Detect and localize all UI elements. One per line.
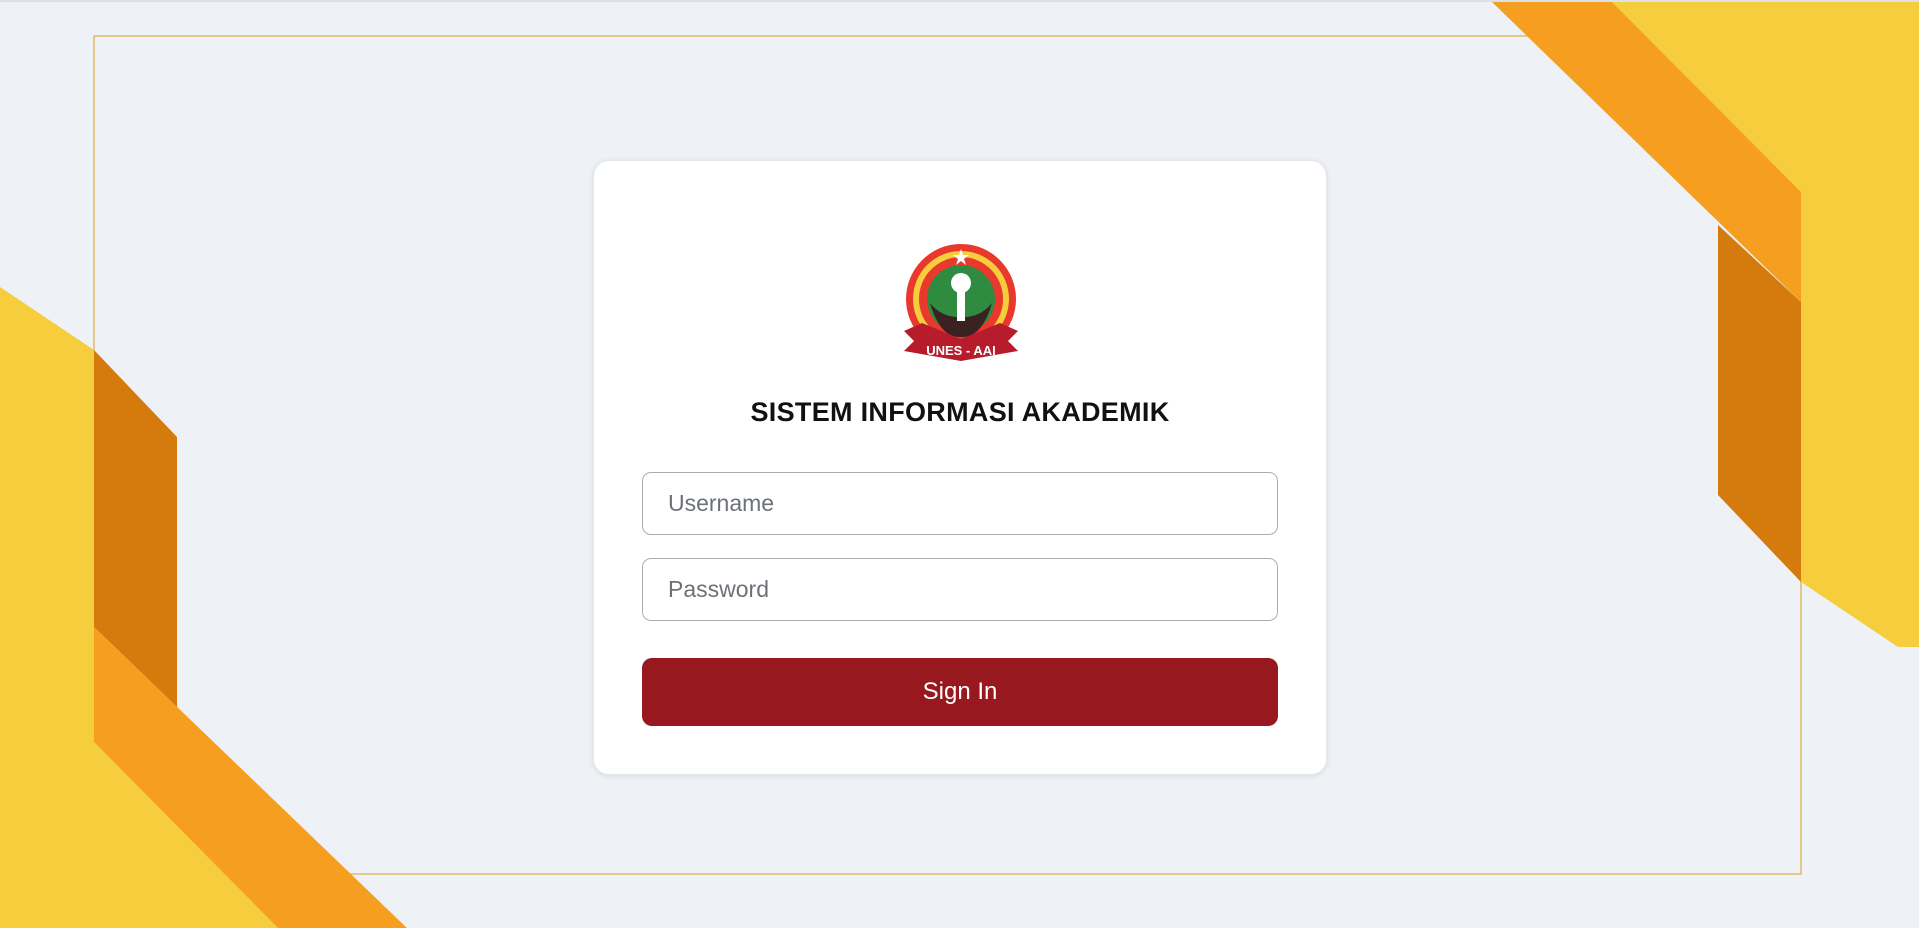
login-page: UNES - AAI SISTEM INFORMASI AKADEMIK Sig… (0, 0, 1919, 928)
login-card: UNES - AAI SISTEM INFORMASI AKADEMIK Sig… (593, 160, 1327, 775)
username-input[interactable] (642, 472, 1278, 535)
password-input[interactable] (642, 558, 1278, 621)
university-logo: UNES - AAI (904, 244, 1018, 361)
logo-text: UNES - AAI (926, 343, 996, 358)
page-title: SISTEM INFORMASI AKADEMIK (750, 397, 1170, 427)
sign-in-button[interactable]: Sign In (642, 658, 1278, 726)
